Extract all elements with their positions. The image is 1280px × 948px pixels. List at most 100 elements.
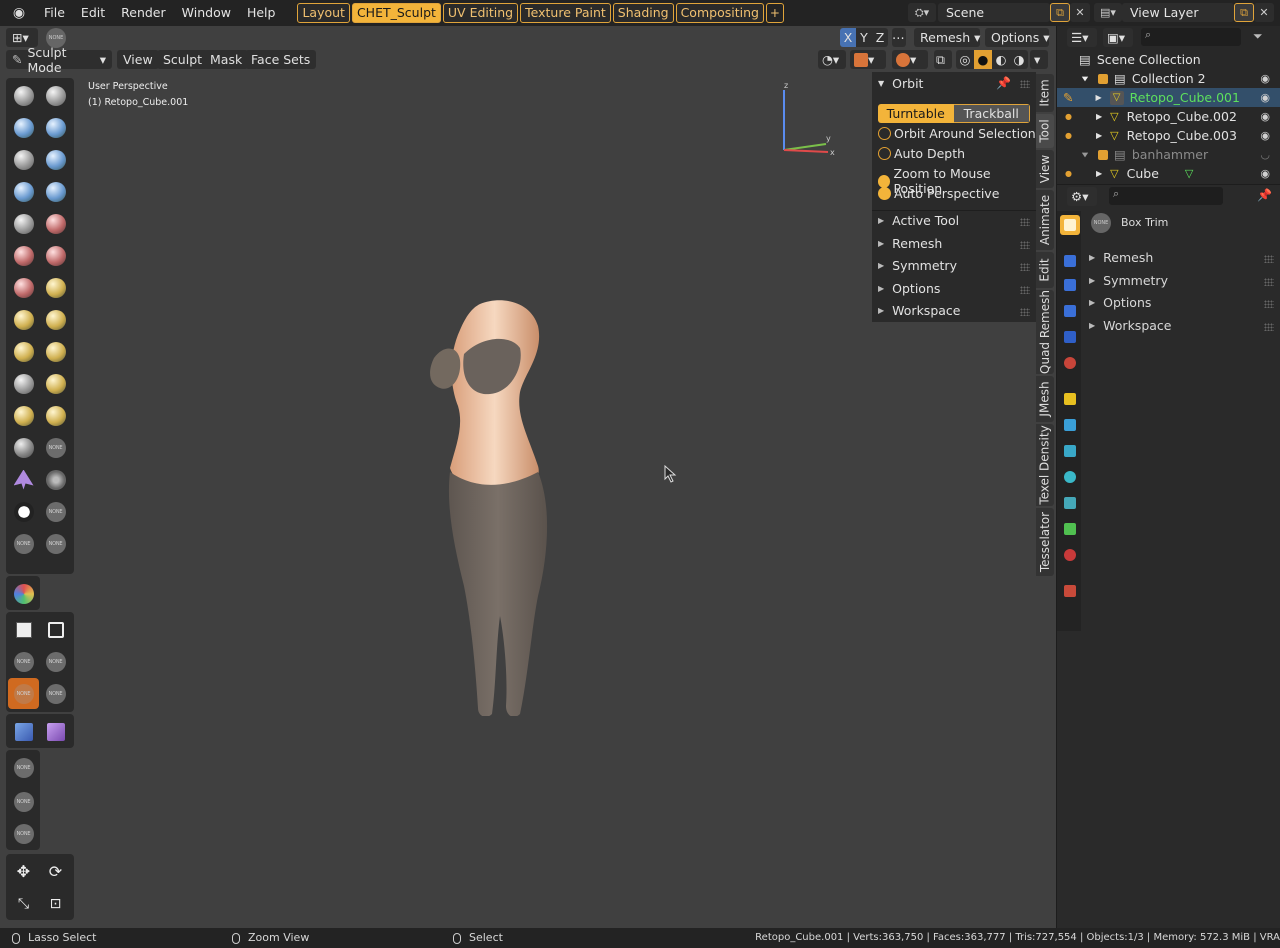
checkbox-icon[interactable] — [1098, 73, 1108, 84]
fill-brush-icon[interactable] — [40, 240, 71, 271]
nudge-brush-icon[interactable] — [8, 400, 39, 431]
scene-properties-tab-icon[interactable] — [1060, 327, 1080, 347]
box-trim-icon[interactable]: NONE — [8, 678, 39, 709]
gizmo-toggle-icon[interactable]: ▾ — [850, 50, 886, 69]
solid-shading-icon[interactable]: ● — [974, 50, 992, 69]
tab-texel-density[interactable]: Texel Density — [1036, 424, 1054, 506]
trackball-option[interactable]: Trackball — [953, 104, 1030, 123]
flatten-brush-icon[interactable] — [8, 240, 39, 271]
auto-perspective-checkbox[interactable]: Auto Perspective — [878, 186, 999, 201]
overlay-toggle-icon[interactable]: ▾ — [892, 50, 928, 69]
mode-selector[interactable]: ✎ Sculpt Mode ▾ — [6, 45, 112, 75]
tool-properties-tab-icon[interactable] — [1060, 215, 1080, 235]
modifier-properties-tab-icon[interactable] — [1060, 415, 1080, 435]
mask-brush-icon[interactable] — [8, 496, 39, 527]
new-view-layer-icon[interactable]: ⧉ — [1234, 3, 1254, 22]
retopo-cube-001-row[interactable]: ✎ ▶ ▽ Retopo_Cube.001 ◉ — [1057, 88, 1280, 107]
pin-icon[interactable]: 📌 — [1257, 188, 1272, 202]
rendered-shading-icon[interactable]: ◑ — [1010, 50, 1028, 69]
delete-view-layer-icon[interactable]: ✕ — [1254, 3, 1274, 22]
scene-name-field[interactable]: Scene — [938, 3, 1050, 22]
tab-animate[interactable]: Animate — [1036, 190, 1054, 250]
box-face-set-icon[interactable]: NONE — [8, 646, 39, 677]
cloth-brush-icon[interactable] — [8, 464, 39, 495]
visibility-eye-icon[interactable]: ◉ — [1260, 167, 1270, 180]
scene-collection-row[interactable]: ▤ Scene Collection — [1057, 50, 1280, 69]
tab-compositing[interactable]: Compositing — [675, 3, 764, 23]
particle-properties-tab-icon[interactable] — [1060, 441, 1080, 461]
transform-tool-icon[interactable]: ⊡ — [40, 888, 71, 919]
visibility-eye-icon[interactable]: ◉ — [1260, 129, 1270, 142]
tab-chet-sculpt[interactable]: CHET_Sculpt — [351, 3, 441, 23]
pin-icon[interactable]: 📌 — [996, 76, 1011, 90]
tab-edit[interactable]: Edit — [1036, 252, 1054, 288]
thumb-brush-icon[interactable] — [8, 368, 39, 399]
scale-tool-icon[interactable]: ⤡ — [8, 888, 39, 919]
slide-relax-brush-icon[interactable] — [8, 432, 39, 463]
new-scene-icon[interactable]: ⧉ — [1050, 3, 1070, 22]
mesh-filter-icon[interactable] — [8, 716, 39, 747]
expand-triangle-icon[interactable] — [1081, 152, 1089, 157]
color-filter-icon[interactable]: NONE — [8, 752, 39, 783]
material-properties-tab-icon[interactable] — [1060, 545, 1080, 565]
scene-selector-icon[interactable]: ⛭▾ — [908, 3, 936, 22]
drag-handle-icon[interactable] — [1264, 323, 1274, 331]
view-layer-field[interactable]: View Layer — [1122, 3, 1234, 22]
tab-view[interactable]: View — [1036, 150, 1054, 188]
collapse-triangle-icon[interactable]: ▶ — [1096, 131, 1102, 140]
axis-x-toggle[interactable]: X — [840, 28, 856, 47]
auto-depth-checkbox[interactable]: Auto Depth — [878, 146, 965, 161]
options-dropdown[interactable]: Options ▾ — [985, 28, 1049, 47]
collapse-triangle-icon[interactable]: ▶ — [1096, 112, 1102, 121]
pinch-brush-icon[interactable] — [8, 304, 39, 335]
checkbox-icon[interactable] — [1098, 149, 1108, 160]
remesh-section[interactable]: ▶ Remesh — [878, 236, 942, 251]
prop-symmetry-section[interactable]: ▶ Symmetry — [1089, 273, 1168, 288]
view-layer-selector-icon[interactable]: ▤▾ — [1094, 3, 1122, 22]
menu-sculpt[interactable]: Sculpt — [157, 50, 209, 69]
properties-editor-type-icon[interactable]: ⚙▾ — [1067, 187, 1097, 206]
remesh-dropdown[interactable]: Remesh ▾ — [914, 28, 980, 47]
axis-z-toggle[interactable]: Z — [872, 28, 888, 47]
constraint-properties-tab-icon[interactable] — [1060, 493, 1080, 513]
layer-brush-icon[interactable] — [40, 144, 71, 175]
draw-sharp-brush-icon[interactable] — [40, 80, 71, 111]
axis-lock-icon[interactable]: ⋯ — [892, 28, 906, 47]
prop-options-section[interactable]: ▶ Options — [1089, 295, 1151, 310]
smooth-brush-icon[interactable] — [40, 208, 71, 239]
menu-face-sets[interactable]: Face Sets — [245, 50, 317, 69]
retopo-cube-002-row[interactable]: ● ▶ ▽ Retopo_Cube.002 ◉ — [1057, 107, 1280, 126]
drag-handle-icon[interactable] — [1264, 300, 1274, 308]
menu-edit[interactable]: Edit — [73, 1, 113, 25]
drag-handle-icon[interactable] — [1264, 278, 1274, 286]
tab-texture-paint[interactable]: Texture Paint — [520, 3, 611, 23]
sculpt-model[interactable] — [420, 296, 570, 716]
banhammer-row[interactable]: ▤ banhammer ◡ — [1057, 145, 1280, 164]
tab-tesselator[interactable]: Tesselator — [1036, 508, 1054, 576]
cloth-filter-icon[interactable] — [40, 716, 71, 747]
visibility-eye-icon[interactable]: ◉ — [1260, 110, 1270, 123]
symmetry-section[interactable]: ▶ Symmetry — [878, 258, 957, 273]
visibility-eye-icon[interactable]: ◉ — [1260, 72, 1270, 85]
outliner-search-input[interactable]: ⌕ — [1141, 28, 1241, 46]
draw-face-sets-icon[interactable]: NONE — [40, 496, 71, 527]
collapse-triangle-icon[interactable]: ▶ — [1095, 93, 1101, 102]
drag-handle-icon[interactable] — [1264, 255, 1274, 263]
visibility-eye-icon[interactable]: ◉ — [1260, 91, 1270, 104]
pose-brush-icon[interactable] — [40, 368, 71, 399]
render-properties-tab-icon[interactable] — [1060, 251, 1080, 271]
add-workspace-button[interactable]: + — [765, 3, 784, 23]
multires-displacement-eraser-icon[interactable]: NONE — [8, 528, 39, 559]
axis-y-toggle[interactable]: Y — [856, 28, 872, 47]
simplify-brush-icon[interactable] — [40, 464, 71, 495]
axis-gizmo[interactable]: z y x — [770, 78, 840, 158]
tab-uv-editing[interactable]: UV Editing — [442, 3, 519, 23]
lasso-mask-icon[interactable] — [40, 614, 71, 645]
tab-tool[interactable]: Tool — [1036, 114, 1054, 148]
boundary-brush-icon[interactable]: NONE — [40, 432, 71, 463]
crease-brush-icon[interactable] — [8, 208, 39, 239]
grab-brush-icon[interactable] — [40, 304, 71, 335]
menu-view[interactable]: View — [117, 50, 159, 69]
multiplane-scrape-brush-icon[interactable] — [40, 272, 71, 303]
menu-mask[interactable]: Mask — [204, 50, 249, 69]
